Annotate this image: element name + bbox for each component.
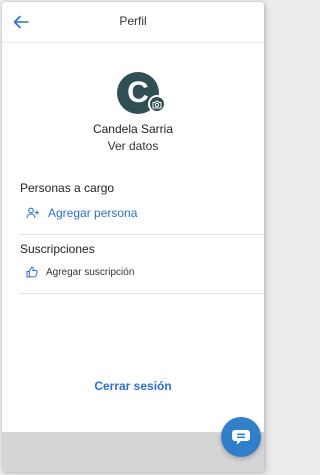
- chat-icon: [232, 430, 250, 445]
- add-subscription-button[interactable]: Agregar suscripción: [26, 266, 134, 278]
- add-person-icon: [26, 207, 39, 219]
- dependents-section-title: Personas a cargo: [20, 181, 115, 195]
- thumbs-up-icon: [26, 266, 38, 278]
- subscriptions-section-title: Suscripciones: [20, 242, 95, 256]
- divider: [20, 293, 264, 294]
- add-subscription-label: Agregar suscripción: [46, 266, 135, 278]
- camera-icon: [152, 100, 162, 108]
- chat-button[interactable]: [221, 417, 261, 457]
- user-name: Candela Sarria: [92, 122, 174, 136]
- change-photo-button[interactable]: [148, 95, 166, 113]
- logout-button[interactable]: Cerrar sesión: [2, 379, 264, 393]
- page-title: Perfil: [119, 14, 147, 28]
- top-bar: Perfil: [2, 2, 264, 43]
- add-person-label: Agregar persona: [48, 206, 138, 220]
- profile-screen: Perfil C Candela Sarria Ver datos Person…: [2, 2, 264, 472]
- divider: [20, 234, 264, 235]
- add-person-button[interactable]: Agregar persona: [26, 206, 137, 220]
- view-data-link[interactable]: Ver datos: [2, 139, 264, 153]
